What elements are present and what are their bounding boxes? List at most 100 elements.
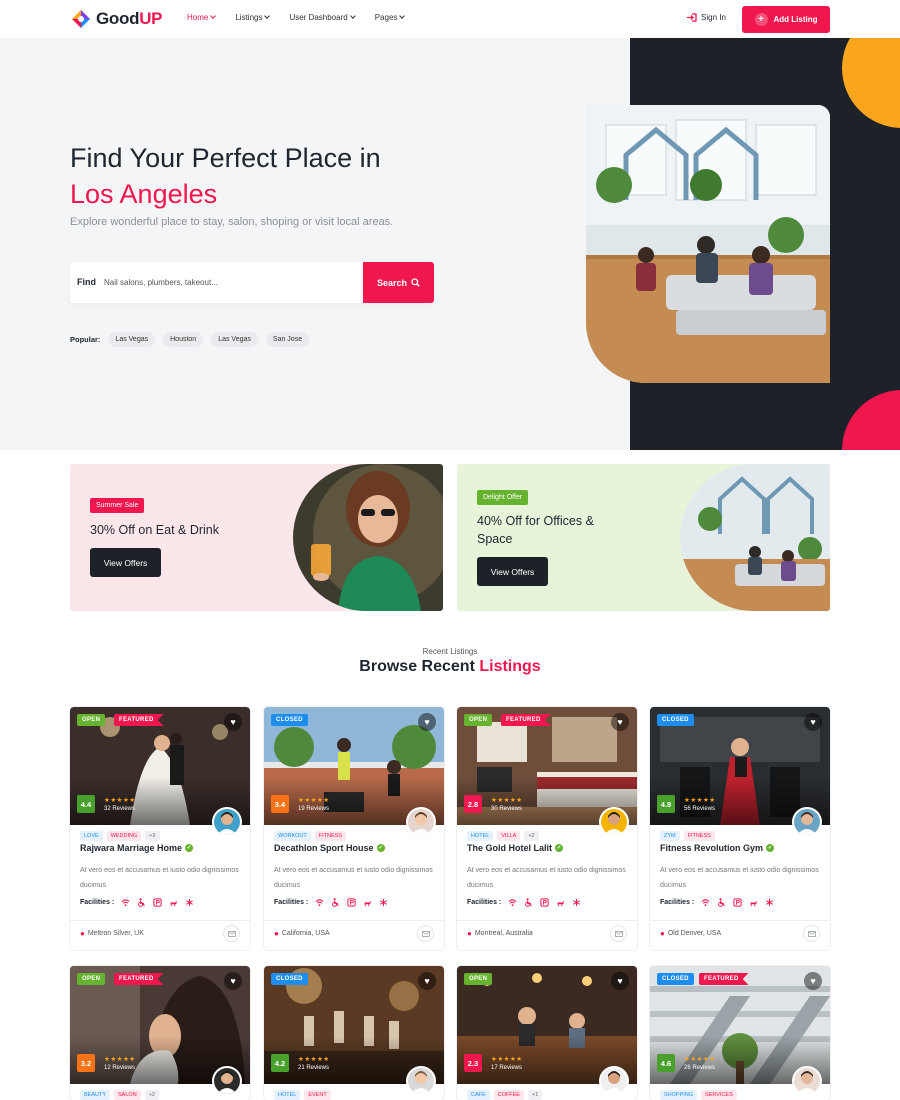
heart-icon[interactable]: ♥ bbox=[804, 972, 822, 990]
owner-avatar[interactable] bbox=[212, 1066, 242, 1096]
card-divider bbox=[70, 920, 250, 921]
sign-in-link[interactable]: Sign In bbox=[687, 13, 726, 22]
mail-icon[interactable] bbox=[803, 925, 820, 942]
heart-icon[interactable]: ♥ bbox=[418, 713, 436, 731]
listing-title[interactable]: Rajwara Marriage Home ✓ bbox=[80, 843, 194, 853]
listing-tag[interactable]: SERVICES bbox=[701, 1090, 737, 1100]
listing-tag[interactable]: +1 bbox=[527, 1090, 543, 1100]
card-divider bbox=[457, 920, 637, 921]
mail-icon[interactable] bbox=[223, 925, 240, 942]
listing-tag[interactable]: VILLA bbox=[497, 831, 521, 841]
search-input[interactable] bbox=[104, 273, 354, 291]
popular-chip[interactable]: Las Vegas bbox=[211, 332, 258, 347]
air-conditioner-icon bbox=[380, 898, 388, 907]
promo-title: 30% Off on Eat & Drink bbox=[90, 523, 219, 537]
view-offers-button[interactable]: View Offers bbox=[90, 548, 161, 577]
nav-listings[interactable]: Listings bbox=[235, 13, 271, 22]
popular-chip[interactable]: Houston bbox=[163, 332, 204, 347]
heart-icon[interactable]: ♥ bbox=[804, 713, 822, 731]
listing-tag[interactable]: WEDDING bbox=[106, 831, 142, 841]
owner-avatar[interactable] bbox=[406, 807, 436, 837]
wifi-icon bbox=[121, 899, 130, 907]
listing-card[interactable]: OPEN ♥ 2.3 ★★★★★ 17 Reviews CAFE COFFEE +1 bbox=[457, 966, 637, 1100]
add-listing-button[interactable]: + Add Listing bbox=[742, 6, 830, 33]
mail-icon[interactable] bbox=[417, 925, 434, 942]
listing-tag[interactable]: FITNESS bbox=[683, 831, 715, 841]
facilities-label: Facilities : bbox=[467, 899, 502, 906]
listing-tag[interactable]: LOVE bbox=[80, 831, 103, 841]
listing-tag[interactable]: HOTEL bbox=[274, 1090, 301, 1100]
rating-score: 2.8 bbox=[464, 795, 482, 813]
listing-title[interactable]: Decathlon Sport House ✓ bbox=[274, 843, 385, 853]
owner-avatar[interactable] bbox=[599, 807, 629, 837]
featured-badge: FEATURED bbox=[501, 714, 551, 726]
listing-tag[interactable]: WORKOUT bbox=[274, 831, 311, 841]
heart-icon[interactable]: ♥ bbox=[224, 713, 242, 731]
listing-tag[interactable]: FITNESS bbox=[314, 831, 346, 841]
listing-description: At vero eos et accusamus et iusto odio d… bbox=[274, 867, 433, 889]
heart-icon[interactable]: ♥ bbox=[418, 972, 436, 990]
nav-home[interactable]: Home bbox=[187, 13, 217, 22]
popular-chip[interactable]: San Jose bbox=[265, 332, 310, 347]
facilities-row: Facilities : bbox=[80, 898, 194, 907]
listing-tag[interactable]: EVENT bbox=[304, 1090, 331, 1100]
nav-pages[interactable]: Pages bbox=[375, 13, 406, 22]
listing-tag[interactable]: +2 bbox=[145, 831, 160, 841]
owner-avatar[interactable] bbox=[599, 1066, 629, 1096]
listing-location: ● Meltron Silver, UK bbox=[80, 929, 144, 938]
parking-icon bbox=[733, 898, 742, 907]
heart-icon[interactable]: ♥ bbox=[224, 972, 242, 990]
heart-icon[interactable]: ♥ bbox=[611, 972, 629, 990]
listing-tag[interactable]: SALON bbox=[114, 1090, 141, 1100]
review-count: 17 Reviews bbox=[491, 1065, 523, 1071]
listing-card[interactable]: CLOSED ♥ 3.4 ★★★★★ 19 Reviews WORKOUT FITNESS D… bbox=[264, 707, 444, 950]
rating-score: 2.3 bbox=[464, 1054, 482, 1072]
listing-location: ● Old Denver, USA bbox=[660, 929, 722, 938]
air-conditioner-icon bbox=[766, 898, 774, 907]
verified-icon: ✓ bbox=[766, 844, 775, 852]
status-badge: OPEN bbox=[464, 973, 493, 985]
nav-user-dashboard[interactable]: User Dashboard bbox=[289, 13, 356, 22]
listing-tag[interactable]: ZYM bbox=[660, 831, 680, 841]
listing-tag[interactable]: +2 bbox=[144, 1090, 159, 1100]
listing-card[interactable]: CLOSED FEATURED ♥ 4.6 ★★★★★ 26 Reviews SHOPPIN… bbox=[650, 966, 830, 1100]
chevron-down-icon bbox=[264, 13, 271, 19]
review-count: 21 Reviews bbox=[298, 1065, 330, 1071]
owner-avatar[interactable] bbox=[406, 1066, 436, 1096]
listing-tag[interactable]: +2 bbox=[524, 831, 539, 841]
listing-tag[interactable]: SHOPPING bbox=[660, 1090, 698, 1100]
listing-tags: HOTEL VILLA +2 bbox=[467, 831, 539, 841]
owner-avatar[interactable] bbox=[792, 1066, 822, 1096]
listing-tag[interactable]: COFFEE bbox=[493, 1090, 524, 1100]
promo-office-photo bbox=[680, 464, 830, 611]
location-pin-icon: ● bbox=[467, 929, 472, 938]
popular-chip[interactable]: Las Vegas bbox=[108, 332, 156, 347]
heart-icon[interactable]: ♥ bbox=[611, 713, 629, 731]
listing-card[interactable]: OPEN FEATURED ♥ 4.4 ★★★★★ 32 Reviews LOVE WEDDI… bbox=[70, 707, 250, 950]
star-rating-icon: ★★★★★ bbox=[491, 797, 523, 804]
wheelchair-icon bbox=[138, 898, 145, 907]
listing-card[interactable]: OPEN FEATURED ♥ 3.2 ★★★★★ 12 Reviews BEAUTY SAL… bbox=[70, 966, 250, 1100]
owner-avatar[interactable] bbox=[212, 807, 242, 837]
rating-score: 4.2 bbox=[271, 1054, 289, 1072]
listing-location: ● California, USA bbox=[274, 929, 330, 938]
mail-icon[interactable] bbox=[610, 925, 627, 942]
section-title: Browse Recent Listings bbox=[359, 658, 541, 675]
hero-office-photo bbox=[586, 105, 830, 383]
logo[interactable]: GoodUP bbox=[70, 8, 163, 30]
listing-tag[interactable]: BEAUTY bbox=[80, 1090, 111, 1100]
listing-tag[interactable]: CAFE bbox=[467, 1090, 490, 1100]
listing-tag[interactable]: HOTEL bbox=[467, 831, 494, 841]
owner-avatar[interactable] bbox=[792, 807, 822, 837]
listing-tags: ZYM FITNESS bbox=[660, 831, 715, 841]
listing-card[interactable]: CLOSED ♥ 4.2 ★★★★★ 21 Reviews HOTEL EVENT bbox=[264, 966, 444, 1100]
listing-title[interactable]: The Gold Hotel Lalit ✓ bbox=[467, 843, 563, 853]
listing-card[interactable]: CLOSED ♥ 4.8 ★★★★★ 56 Reviews ZYM FITNESS Fitne… bbox=[650, 707, 830, 950]
view-offers-button[interactable]: View Offers bbox=[477, 557, 548, 586]
wifi-icon bbox=[701, 899, 710, 907]
listing-card[interactable]: OPEN FEATURED ♥ 2.8 ★★★★★ 30 Reviews HOTEL VILL… bbox=[457, 707, 637, 950]
pet-icon bbox=[170, 900, 177, 907]
chevron-down-icon bbox=[399, 13, 406, 19]
search-button[interactable]: Search bbox=[363, 262, 434, 303]
listing-title[interactable]: Fitness Revolution Gym ✓ bbox=[660, 843, 775, 853]
